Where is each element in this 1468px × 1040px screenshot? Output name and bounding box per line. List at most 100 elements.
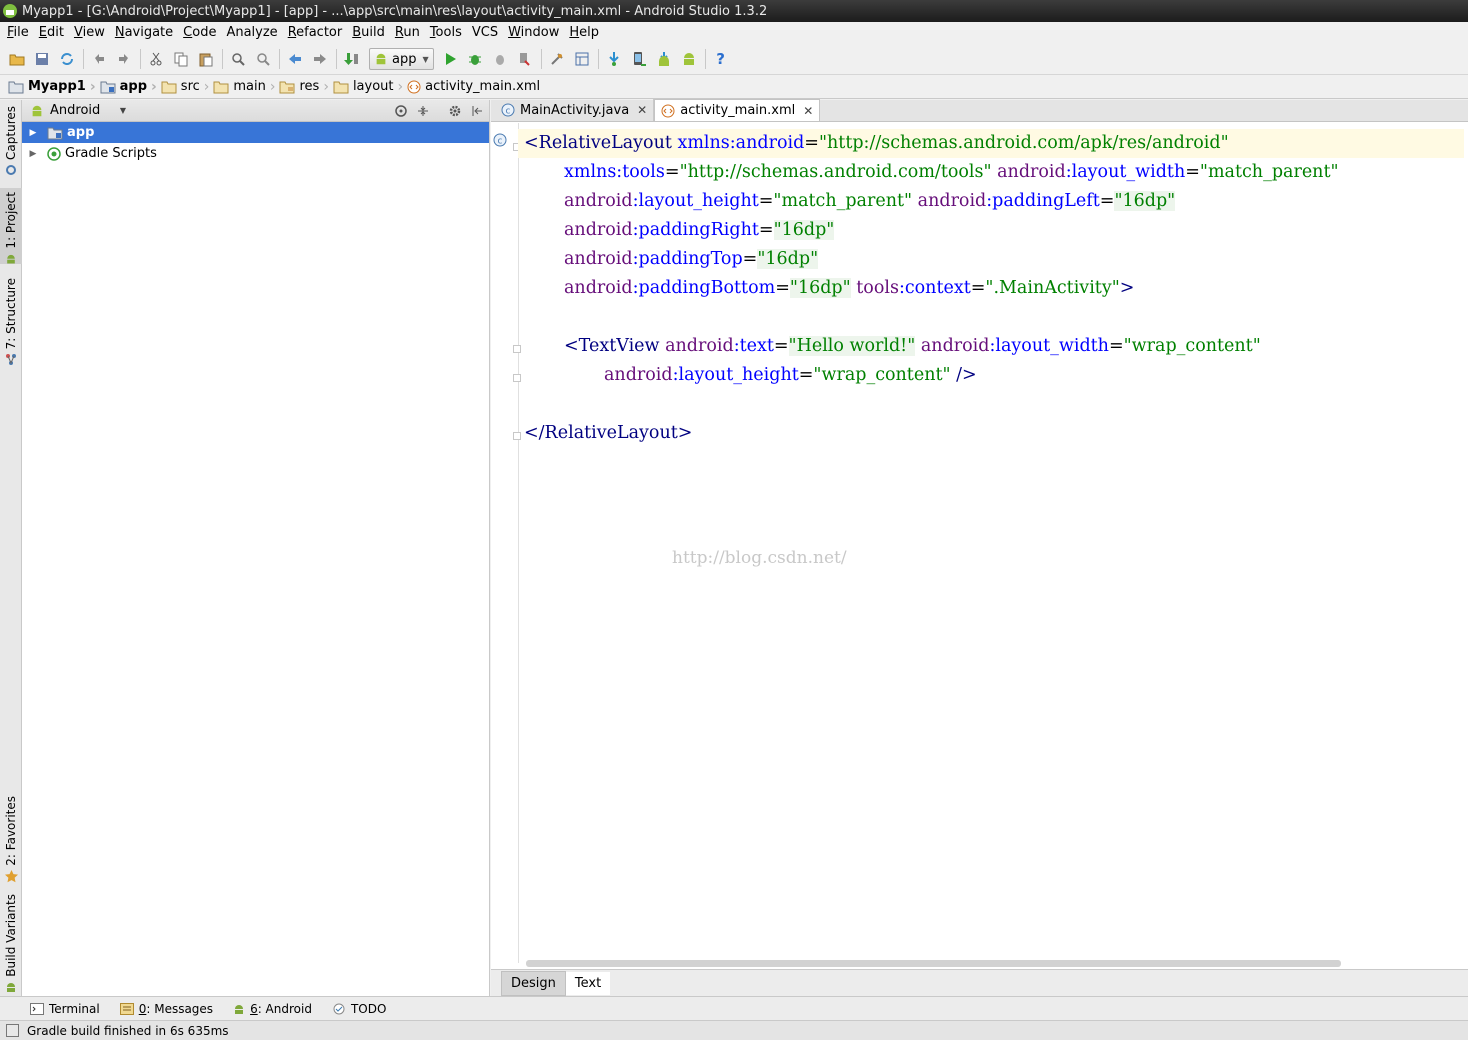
menu-navigate[interactable]: Navigate [110, 22, 178, 44]
breadcrumb-module[interactable]: app › [100, 79, 161, 95]
resource-folder-icon [279, 81, 295, 93]
menu-analyze[interactable]: Analyze [221, 22, 282, 44]
breadcrumb-project[interactable]: Myapp1 › [8, 79, 100, 95]
debug-icon[interactable] [463, 47, 487, 71]
tab-activity-main-xml[interactable]: activity_main.xml ✕ [654, 99, 821, 121]
project-view-selector[interactable]: Android ▼ [22, 100, 130, 121]
build-variants-tool-tab[interactable]: Build Variants [0, 894, 22, 993]
messages-tool-button[interactable]: 0: Messages [119, 1002, 213, 1016]
make-project-icon[interactable] [340, 47, 364, 71]
fold-marker-icon[interactable] [513, 345, 521, 353]
gear-icon[interactable] [447, 103, 463, 119]
favorites-tool-tab[interactable]: 2: Favorites [0, 796, 22, 883]
horizontal-scrollbar[interactable] [526, 960, 1341, 967]
structure-tool-tab[interactable]: 7: Structure [0, 278, 22, 366]
attach-debugger-icon[interactable] [488, 47, 512, 71]
android-icon [7, 254, 15, 264]
breadcrumb-src[interactable]: src › [161, 79, 214, 95]
watermark-text: http://blog.csdn.net/ [672, 548, 847, 568]
replace-icon[interactable] [251, 47, 275, 71]
help-icon[interactable]: ? [709, 47, 733, 71]
window-title: Myapp1 - [G:\Android\Project\Myapp1] - [… [22, 3, 768, 19]
sdk-manager-icon[interactable] [652, 47, 676, 71]
android-monitor-tool-button[interactable]: 6: Android [233, 1002, 312, 1016]
menu-file[interactable]: File [2, 22, 34, 44]
terminal-tool-button[interactable]: Terminal [30, 1002, 100, 1016]
breadcrumb-res[interactable]: res › [279, 79, 332, 95]
fold-marker-icon[interactable] [513, 432, 521, 440]
copy-icon[interactable] [169, 47, 193, 71]
android-device-monitor-icon[interactable] [677, 47, 701, 71]
menu-refactor[interactable]: Refactor [283, 22, 348, 44]
menu-window[interactable]: Window [503, 22, 564, 44]
code-line-6: android:paddingBottom="16dp" tools:conte… [564, 278, 1135, 298]
svg-text:c: c [506, 107, 511, 117]
tool-window-bar: Terminal 0: Messages 6: Android TODO [0, 996, 1468, 1020]
android-icon [235, 1004, 244, 1014]
toolbar-separator [704, 49, 706, 69]
menu-view[interactable]: View [69, 22, 110, 44]
save-all-icon[interactable] [30, 47, 54, 71]
toolbar-separator [597, 49, 599, 69]
project-structure-icon[interactable] [545, 47, 569, 71]
code-line-8: <TextView android:text="Hello world!" an… [564, 336, 1261, 356]
tree-item-gradle-scripts[interactable]: ▶ Gradle Scripts [22, 143, 489, 164]
breadcrumb-main[interactable]: main › [213, 79, 279, 95]
svg-text:c: c [498, 137, 503, 147]
captures-tool-tab[interactable]: Captures [0, 106, 22, 176]
menu-vcs[interactable]: VCS [467, 22, 503, 44]
back-icon[interactable] [283, 47, 307, 71]
run-config-label: app [392, 51, 417, 67]
tab-text[interactable]: Text [565, 971, 611, 995]
paste-icon[interactable] [194, 47, 218, 71]
messages-icon [119, 1002, 134, 1015]
menu-help[interactable]: Help [564, 22, 604, 44]
toggle-tool-buttons-icon[interactable] [6, 1024, 19, 1037]
code-line-1: <RelativeLayout xmlns:android="http://sc… [518, 129, 1464, 158]
breadcrumb-file[interactable]: activity_main.xml [407, 79, 544, 94]
gradle-icon [47, 146, 61, 161]
menu-build[interactable]: Build [347, 22, 390, 44]
project-tool-tab[interactable]: 1: Project [0, 188, 22, 264]
xml-file-icon [407, 80, 421, 93]
todo-tool-button[interactable]: TODO [332, 1002, 386, 1016]
cut-icon[interactable] [144, 47, 168, 71]
tab-design[interactable]: Design [501, 970, 566, 996]
run-configuration-select[interactable]: app ▼ [369, 48, 434, 70]
breadcrumb-layout[interactable]: layout › [333, 79, 407, 95]
module-folder-icon [47, 127, 63, 139]
fold-marker-icon[interactable] [513, 374, 521, 382]
undo-icon[interactable] [87, 47, 111, 71]
open-folder-icon[interactable] [5, 47, 29, 71]
tree-item-label: app [67, 125, 95, 140]
sync-icon[interactable] [55, 47, 79, 71]
code-editor[interactable]: <RelativeLayout xmlns:android="http://sc… [518, 128, 1464, 958]
toolbar-separator [336, 49, 337, 69]
redo-icon[interactable] [112, 47, 136, 71]
menu-code[interactable]: Code [178, 22, 221, 44]
layout-icon[interactable] [570, 47, 594, 71]
avd-manager-icon[interactable] [627, 47, 651, 71]
expand-arrow-icon[interactable]: ▶ [25, 149, 41, 159]
scroll-from-source-icon[interactable] [393, 103, 409, 119]
find-icon[interactable] [226, 47, 250, 71]
stop-icon[interactable] [513, 47, 537, 71]
navigation-breadcrumb: Myapp1 › app › src › main › res › layout › act… [0, 75, 1468, 99]
editor-gutter: c [491, 123, 521, 963]
menu-edit[interactable]: Edit [34, 22, 69, 44]
close-tab-icon[interactable]: ✕ [637, 103, 647, 117]
tab-mainactivity-java[interactable]: c MainActivity.java ✕ [495, 99, 655, 121]
menu-tools[interactable]: Tools [425, 22, 467, 44]
run-icon[interactable] [438, 47, 462, 71]
menu-run[interactable]: Run [390, 22, 425, 44]
gradle-sync-icon[interactable] [602, 47, 626, 71]
expand-arrow-icon[interactable]: ▶ [25, 128, 41, 138]
hide-panel-icon[interactable] [469, 103, 485, 119]
class-marker-icon[interactable]: c [493, 133, 507, 147]
toolbar-separator [540, 49, 542, 69]
close-tab-icon[interactable]: ✕ [803, 104, 813, 118]
collapse-all-icon[interactable] [415, 103, 431, 119]
tree-item-app[interactable]: ▶ app [22, 122, 489, 143]
title-bar: Myapp1 - [G:\Android\Project\Myapp1] - [… [0, 0, 1468, 22]
forward-icon[interactable] [308, 47, 332, 71]
